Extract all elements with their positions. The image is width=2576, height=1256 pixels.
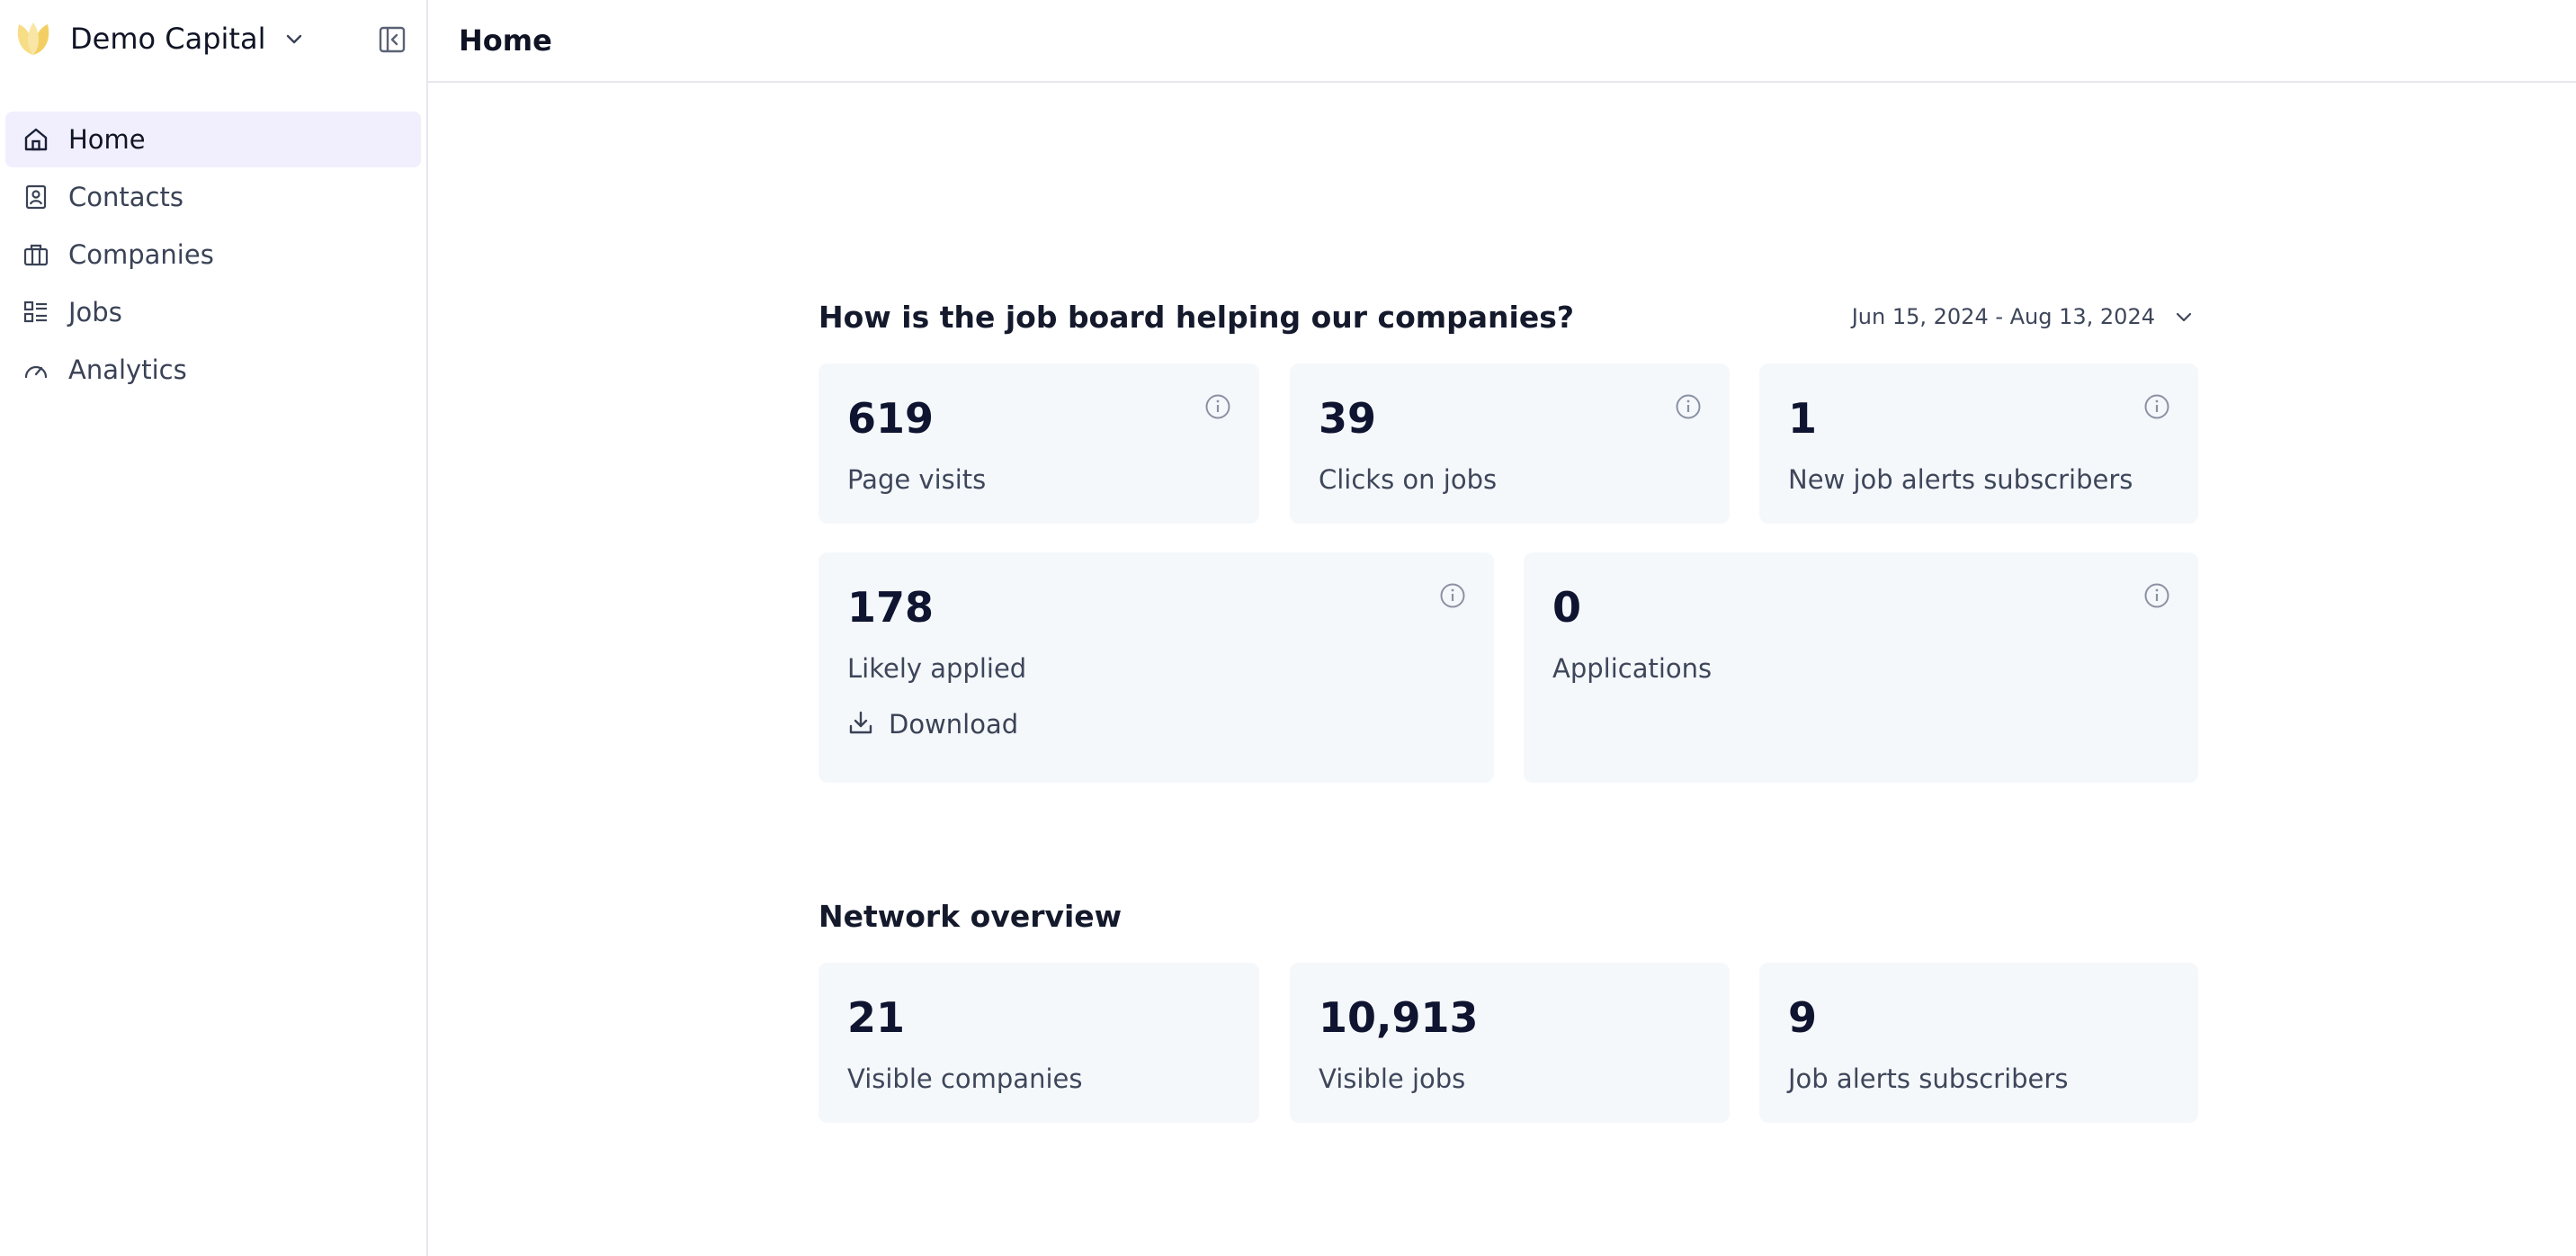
stat-value: 0 xyxy=(1552,583,1582,632)
network-title: Network overview xyxy=(818,898,1123,934)
stat-label: Clicks on jobs xyxy=(1319,464,1498,495)
sidebar-item-label: Contacts xyxy=(68,182,183,212)
stat-value: 39 xyxy=(1319,394,1377,443)
stat-label: Visible companies xyxy=(847,1063,1083,1094)
stat-card-job-alerts-subscribers: 9 Job alerts subscribers xyxy=(1759,963,2198,1123)
info-icon[interactable] xyxy=(1203,392,1232,421)
workspace-name: Demo Capital xyxy=(70,22,266,56)
stat-card-visible-companies: 21 Visible companies xyxy=(818,963,1259,1123)
stat-label: Likely applied xyxy=(847,653,1027,684)
stat-value: 21 xyxy=(847,993,906,1042)
gauge-icon xyxy=(22,355,50,384)
stat-label: Page visits xyxy=(847,464,987,495)
sidebar-item-label: Home xyxy=(68,124,146,155)
stat-card-clicks-on-jobs: 39 Clicks on jobs xyxy=(1290,363,1730,524)
contacts-icon xyxy=(22,183,50,211)
sidebar-item-label: Companies xyxy=(68,239,214,270)
stat-value: 1 xyxy=(1788,394,1818,443)
stat-label: Visible jobs xyxy=(1319,1063,1466,1094)
job-board-header: How is the job board helping our compani… xyxy=(818,295,2198,338)
chevron-down-icon xyxy=(2173,304,2198,329)
stat-value: 178 xyxy=(847,583,935,632)
download-label: Download xyxy=(889,709,1019,740)
sidebar-item-label: Jobs xyxy=(68,297,122,327)
stat-value: 9 xyxy=(1788,993,1818,1042)
sidebar: Demo Capital Home Contacts Companies Job… xyxy=(0,0,428,1256)
stat-label: New job alerts subscribers xyxy=(1788,464,2133,495)
stat-label: Job alerts subscribers xyxy=(1788,1063,2069,1094)
date-range-picker[interactable]: Jun 15, 2024 - Aug 13, 2024 xyxy=(1852,304,2198,329)
top-header: Home xyxy=(428,0,2576,83)
info-icon[interactable] xyxy=(2142,581,2171,610)
home-icon xyxy=(22,125,50,154)
sidebar-item-label: Analytics xyxy=(68,354,187,385)
info-icon[interactable] xyxy=(2142,392,2171,421)
sidebar-item-companies[interactable]: Companies xyxy=(5,227,421,283)
sidebar-item-analytics[interactable]: Analytics xyxy=(5,342,421,398)
stat-card-applications: 0 Applications xyxy=(1524,552,2198,783)
stat-value: 619 xyxy=(847,394,935,443)
app-root: Demo Capital Home Contacts Companies Job… xyxy=(0,0,2576,1256)
page-title: Home xyxy=(459,23,552,58)
stat-card-visible-jobs: 10,913 Visible jobs xyxy=(1290,963,1730,1123)
stat-card-page-visits: 619 Page visits xyxy=(818,363,1259,524)
stat-label: Applications xyxy=(1552,653,1713,684)
collapse-sidebar-icon[interactable] xyxy=(376,23,408,56)
leaf-logo-icon xyxy=(11,16,56,61)
sidebar-item-home[interactable]: Home xyxy=(5,112,421,167)
network-header: Network overview xyxy=(818,894,2198,938)
job-board-title: How is the job board helping our compani… xyxy=(818,299,1575,335)
download-button[interactable]: Download xyxy=(847,709,1018,740)
sidebar-item-contacts[interactable]: Contacts xyxy=(5,169,421,225)
briefcase-icon xyxy=(22,240,50,269)
sidebar-nav: Home Contacts Companies Jobs Analytics xyxy=(5,112,421,399)
workspace-switcher[interactable]: Demo Capital xyxy=(11,16,407,61)
stat-value: 10,913 xyxy=(1319,993,1479,1042)
sidebar-item-jobs[interactable]: Jobs xyxy=(5,284,421,340)
info-icon[interactable] xyxy=(1438,581,1467,610)
date-range-label: Jun 15, 2024 - Aug 13, 2024 xyxy=(1851,304,2155,329)
stat-card-new-job-alerts: 1 New job alerts subscribers xyxy=(1759,363,2198,524)
list-icon xyxy=(22,298,50,327)
stat-card-likely-applied: 178 Likely applied Download xyxy=(818,552,1494,783)
chevron-down-icon xyxy=(283,26,309,51)
download-icon xyxy=(847,709,874,740)
info-icon[interactable] xyxy=(1674,392,1703,421)
